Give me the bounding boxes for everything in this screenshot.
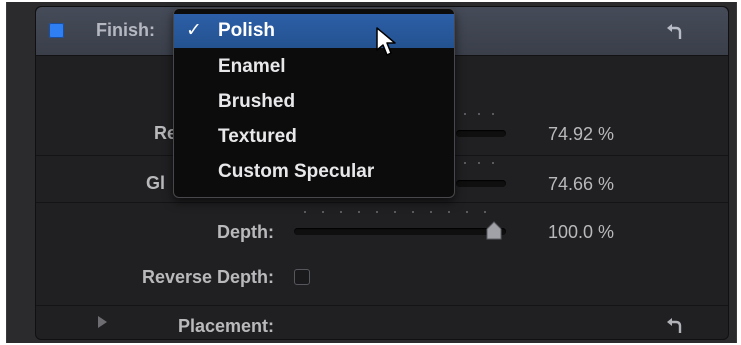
reverse-depth-label: Reverse Depth:: [141, 267, 274, 287]
reflectivity-tick: [478, 113, 480, 115]
reflectivity-tick: [464, 113, 466, 115]
depth-slider[interactable]: [294, 228, 506, 235]
depth-tick: [394, 211, 396, 213]
finish-enable-checkbox[interactable]: [49, 23, 64, 38]
menu-item-polish[interactable]: ✓ Polish: [174, 14, 454, 48]
gloss-value[interactable]: 74.66 %: [548, 174, 614, 195]
gloss-tick: [464, 162, 466, 164]
depth-tick: [322, 211, 324, 213]
checkmark-icon: ✓: [186, 20, 202, 41]
depth-tick: [448, 211, 450, 213]
menu-item-label: Brushed: [218, 91, 296, 112]
reset-arrow-icon[interactable]: [666, 317, 684, 335]
menu-item-label: Polish: [218, 20, 276, 41]
depth-tick: [430, 211, 432, 213]
row-divider: [36, 202, 728, 203]
gloss-tick: [478, 162, 480, 164]
depth-label: Depth:: [217, 222, 274, 242]
menu-item-label: Enamel: [218, 56, 286, 77]
mouse-pointer-icon: [376, 27, 396, 56]
finish-dropdown-menu[interactable]: ✓ Polish Enamel Brushed Textured Custom …: [173, 8, 455, 198]
placement-label[interactable]: Placement:: [96, 316, 274, 337]
reset-arrow-icon[interactable]: [666, 23, 684, 41]
finish-label: Finish:: [96, 20, 155, 40]
depth-tick: [376, 211, 378, 213]
row-divider: [36, 305, 728, 306]
depth-tick: [340, 211, 342, 213]
depth-tick: [484, 211, 486, 213]
menu-item-enamel[interactable]: Enamel: [174, 50, 454, 84]
screenshot-frame: Finish: Re 74.92 % Gl 74.66 % Depth: 100…: [0, 0, 741, 345]
depth-tick: [358, 211, 360, 213]
menu-item-label: Custom Specular: [218, 161, 375, 182]
gloss-slider[interactable]: [456, 180, 506, 187]
depth-tick: [466, 211, 468, 213]
menu-item-label: Textured: [218, 126, 297, 147]
menu-item-brushed[interactable]: Brushed: [174, 85, 454, 119]
reverse-depth-checkbox[interactable]: [294, 269, 310, 285]
reflectivity-value[interactable]: 74.92 %: [548, 124, 614, 145]
depth-tick: [304, 211, 306, 213]
menu-item-custom-specular[interactable]: Custom Specular: [174, 155, 454, 189]
menu-item-textured[interactable]: Textured: [174, 120, 454, 154]
reflectivity-slider[interactable]: [456, 130, 506, 137]
gloss-tick: [492, 162, 494, 164]
depth-tick: [412, 211, 414, 213]
depth-value[interactable]: 100.0 %: [548, 222, 614, 243]
reflectivity-tick: [492, 113, 494, 115]
depth-slider-knob[interactable]: [484, 220, 504, 240]
